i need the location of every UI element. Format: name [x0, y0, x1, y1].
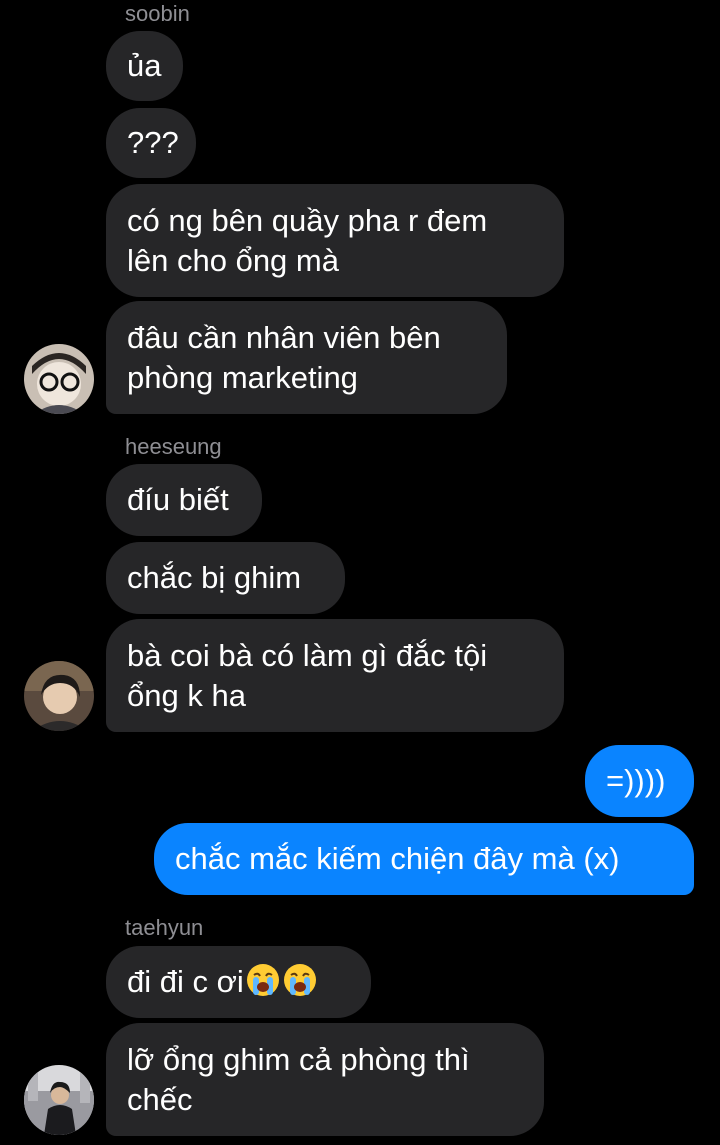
message-text-with-emoji: đi đi c ơi — [127, 962, 350, 1002]
message-text-line: chếc — [127, 1081, 193, 1117]
message-bubble[interactable]: chắc bị ghim — [106, 542, 345, 614]
message-bubble[interactable]: ??? — [106, 108, 196, 178]
sender-name-heeseung: heeseung — [125, 434, 222, 459]
avatar-taehyun[interactable] — [24, 1065, 94, 1135]
message-bubble-outgoing[interactable]: chắc mắc kiếm chiện đây mà (x) — [154, 823, 694, 895]
message-text: chắc mắc kiếm chiện đây mà (x) — [175, 841, 620, 876]
loudly-crying-face-icon — [246, 964, 279, 996]
sender-name-soobin: soobin — [125, 1, 190, 26]
message-bubble-outgoing[interactable]: =)))) — [585, 745, 694, 817]
message-text: đi đi c ơi — [127, 964, 244, 999]
message-text-line: có ng bên quầy pha r đem — [127, 202, 488, 238]
message-text: chắc bị ghim — [127, 560, 302, 595]
message-bubble[interactable]: có ng bên quầy pha r đem lên cho ổng mà — [106, 184, 564, 297]
avatar-heeseung[interactable] — [24, 661, 94, 731]
avatar-soobin[interactable] — [24, 344, 94, 414]
message-text-line: lỡ ổng ghim cả phòng thì — [127, 1041, 470, 1077]
sender-name-taehyun: taehyun — [125, 915, 204, 940]
message-text: đíu biết — [127, 482, 229, 517]
avatar-taehyun-icon — [24, 1065, 94, 1135]
message-text-line: ổng k ha — [127, 677, 246, 713]
message-bubble[interactable]: bà coi bà có làm gì đắc tội ổng k ha — [106, 619, 564, 732]
message-text-line: lên cho ổng mà — [127, 242, 339, 278]
loudly-crying-face-icon — [283, 964, 316, 996]
message-bubble[interactable]: đi đi c ơi — [106, 946, 371, 1018]
message-text-line: phòng marketing — [127, 359, 358, 395]
message-text-line: đâu cần nhân viên bên — [127, 319, 441, 355]
message-bubble[interactable]: lỡ ổng ghim cả phòng thì chếc — [106, 1023, 544, 1136]
avatar-soobin-icon — [24, 344, 94, 414]
message-text-line: bà coi bà có làm gì đắc tội — [127, 637, 488, 673]
message-text: ủa — [127, 48, 162, 83]
message-bubble[interactable]: đâu cần nhân viên bên phòng marketing — [106, 301, 507, 414]
message-bubble[interactable]: ủa — [106, 31, 183, 101]
avatar-heeseung-icon — [24, 661, 94, 731]
message-text: ??? — [127, 125, 179, 160]
message-bubble[interactable]: đíu biết — [106, 464, 262, 536]
message-text: =)))) — [606, 763, 666, 798]
